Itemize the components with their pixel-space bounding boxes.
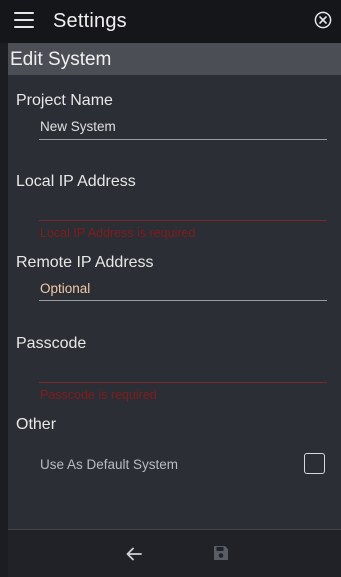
remote-ip-placeholder: Optional [40, 281, 91, 296]
local-ip-input[interactable] [39, 198, 327, 220]
project-name-underline [39, 139, 327, 140]
panel-header: Edit System [8, 43, 341, 75]
project-name-value: New System [40, 119, 116, 134]
app-window: Settings Edit System Project Name New Sy… [0, 0, 341, 577]
project-name-label: Project Name [16, 92, 113, 109]
local-ip-error: Local IP Address is required [40, 226, 196, 240]
local-ip-underline [39, 220, 327, 221]
panel-title: Edit System [10, 49, 112, 70]
passcode-input[interactable] [39, 360, 327, 382]
edit-system-panel: Edit System Project Name New System Loca… [8, 43, 341, 577]
save-icon[interactable] [212, 544, 230, 562]
footer-toolbar [8, 530, 341, 577]
hamburger-menu-icon[interactable] [14, 12, 34, 28]
passcode-underline [39, 382, 327, 383]
app-title: Settings [53, 10, 127, 32]
close-circle-icon[interactable] [314, 11, 332, 29]
top-bar: Settings [0, 0, 341, 43]
use-as-default-label[interactable]: Use As Default System [40, 457, 178, 472]
project-name-input[interactable]: New System [39, 117, 327, 139]
remote-ip-underline [39, 300, 327, 301]
passcode-label: Passcode [16, 335, 87, 352]
other-section-label: Other [16, 416, 57, 433]
passcode-error: Passcode is required [40, 388, 157, 402]
use-as-default-checkbox[interactable] [304, 453, 325, 474]
local-ip-label: Local IP Address [16, 173, 136, 190]
remote-ip-input[interactable]: Optional [39, 279, 327, 301]
remote-ip-label: Remote IP Address [16, 254, 154, 271]
arrow-left-icon[interactable] [124, 544, 144, 564]
